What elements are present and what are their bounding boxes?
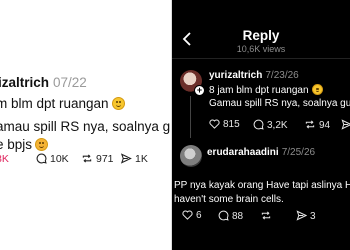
left-post-text-line1: m blm dpt ruangan — [0, 96, 125, 111]
post-date: 7/23/26 — [265, 70, 299, 81]
repost-icon — [305, 120, 315, 129]
reply-header: erudarahaadini 7/25/26 — [207, 147, 315, 158]
post-text-line1: 8 jam blm dpt ruangan — [209, 84, 323, 96]
comment-icon — [253, 119, 264, 130]
like-button[interactable]: 815 — [209, 119, 240, 130]
like-count: 815 — [223, 119, 240, 130]
left-post-text-line3-text: e bpjs — [0, 137, 33, 152]
left-post-header: izaltrich 07/22 — [0, 75, 87, 90]
reply-like-button[interactable]: 6 — [182, 210, 202, 221]
left-repost-count: 971 — [96, 153, 114, 165]
left-like-count[interactable]: 8K — [0, 153, 9, 165]
left-share-button[interactable]: 1K — [120, 153, 148, 165]
follow-plus-icon[interactable]: + — [194, 85, 205, 96]
smile-emoji-icon — [311, 84, 323, 95]
reply-views: 10,6K views — [236, 44, 286, 54]
thread-line — [190, 96, 191, 138]
left-post-text-line1-text: m blm dpt ruangan — [0, 96, 109, 111]
reply-share-button[interactable]: 3 — [296, 210, 316, 222]
reply-repost-button[interactable] — [260, 210, 275, 222]
left-comment-button[interactable]: 10K — [36, 153, 69, 165]
left-repost-button[interactable]: 971 — [81, 153, 114, 165]
reply-like-count: 6 — [196, 210, 202, 221]
reply-username[interactable]: erudarahaadini — [207, 147, 279, 158]
post-text-line1-text: 8 jam blm dpt ruangan — [209, 85, 309, 96]
avatar[interactable] — [180, 145, 202, 167]
comment-icon — [36, 153, 47, 164]
post-username[interactable]: yurizaltrich — [209, 70, 262, 81]
header-separator — [172, 58, 350, 59]
left-post-panel: izaltrich 07/22 m blm dpt ruangan amau sp… — [0, 0, 185, 250]
repost-icon — [82, 154, 92, 163]
left-post-text-line3: e bpjs — [0, 137, 49, 152]
reply-date: 7/25/26 — [281, 147, 316, 158]
post-text-line2: Gamau spill RS nya, soalnya gue — [209, 98, 350, 109]
left-post-date: 07/22 — [53, 75, 87, 90]
reply-share-count: 3 — [310, 211, 316, 222]
share-icon — [120, 153, 132, 164]
left-comment-count: 10K — [50, 153, 69, 165]
left-post-text-line2: amau spill RS nya, soalnya gue — [0, 119, 186, 134]
repost-icon — [261, 211, 271, 220]
reply-screen: Reply 10,6K views + yurizaltrich 7/23/26 … — [172, 0, 350, 250]
repost-button[interactable]: 94 — [304, 119, 330, 131]
share-icon — [296, 210, 307, 221]
share-button[interactable] — [341, 119, 350, 131]
post-header: yurizaltrich 7/23/26 — [209, 70, 299, 81]
repost-count: 94 — [319, 120, 331, 131]
heart-icon — [209, 119, 220, 129]
left-post-username[interactable]: izaltrich — [0, 75, 49, 90]
comment-icon — [218, 210, 229, 221]
reply-text-line2: haven't some brain cells. — [174, 194, 284, 205]
reply-comment-button[interactable]: 88 — [218, 210, 243, 222]
pleading-emoji-icon — [35, 138, 49, 151]
comment-count: 3,2K — [267, 120, 288, 131]
heart-icon — [182, 210, 193, 220]
reply-text-line1: PP nya kayak orang Have tapi aslinya Ha — [174, 180, 350, 191]
smile-emoji-icon — [111, 97, 125, 110]
share-icon — [341, 119, 350, 130]
comment-button[interactable]: 3,2K — [253, 119, 288, 131]
reply-comment-count: 88 — [232, 211, 244, 222]
reply-title: Reply — [242, 28, 280, 43]
left-share-count: 1K — [135, 153, 148, 165]
